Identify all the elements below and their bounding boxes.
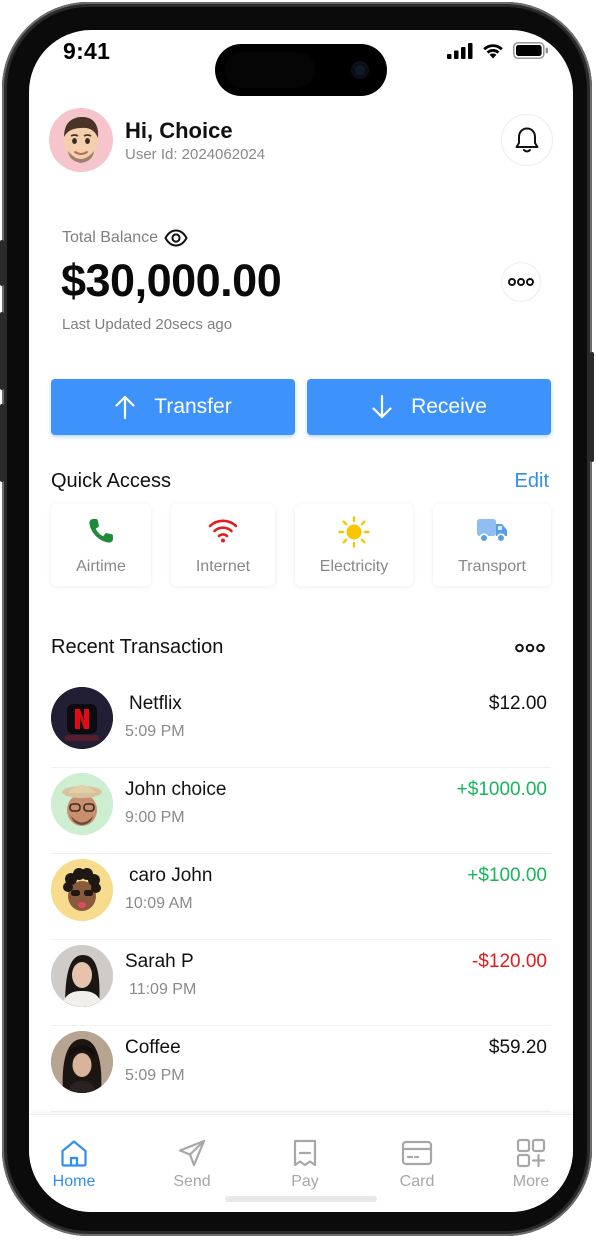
transaction-row[interactable]: Sarah P 11:09 PM -$120.00 xyxy=(51,939,551,1026)
transaction-row[interactable]: Coffee 5:09 PM $59.20 xyxy=(51,1025,551,1112)
balance-more-button[interactable] xyxy=(501,262,541,302)
nav-card[interactable]: Card xyxy=(367,1115,467,1212)
transaction-name: John choice xyxy=(125,779,227,800)
greeting: Hi, Choice xyxy=(125,118,233,143)
recent-transaction-title: Recent Transaction xyxy=(51,636,224,658)
nav-home[interactable]: Home xyxy=(29,1115,124,1212)
recent-more-icon[interactable] xyxy=(515,643,545,653)
header: Hi, Choice User Id: 2024062024 xyxy=(49,108,553,174)
receive-label: Receive xyxy=(411,395,487,418)
quick-access-transport[interactable]: Transport xyxy=(433,504,551,586)
quick-access-electricity[interactable]: Electricity xyxy=(295,504,413,586)
status-bar: 9:41 xyxy=(29,30,573,96)
netflix-avatar xyxy=(51,687,113,749)
balance-amount: $30,000.00 xyxy=(61,255,282,306)
quick-access-label: Electricity xyxy=(319,558,389,575)
transaction-row[interactable]: John choice 9:00 PM +$1000.00 xyxy=(51,767,551,854)
status-icons xyxy=(447,42,549,59)
transaction-name: Coffee xyxy=(125,1037,181,1058)
wifi-status-icon xyxy=(483,44,503,59)
portrait-woman-icon xyxy=(51,1031,113,1093)
truck-icon xyxy=(477,519,507,543)
more-dots-icon xyxy=(508,278,534,286)
netflix-logo-icon xyxy=(51,687,113,749)
memoji-curly-avatar-icon xyxy=(51,859,113,921)
transaction-amount: +$1000.00 xyxy=(456,779,547,800)
balance-label: Total Balance xyxy=(62,229,159,246)
quick-access-label: Transport xyxy=(458,558,526,575)
transaction-amount: $12.00 xyxy=(488,693,547,714)
volume-up-button xyxy=(0,312,4,390)
battery-icon xyxy=(513,42,548,59)
quick-access-label: Internet xyxy=(195,558,251,575)
transaction-row[interactable]: caro John 10:09 AM +$100.00 xyxy=(51,853,551,940)
send-icon xyxy=(178,1139,206,1167)
nav-more[interactable]: More xyxy=(481,1115,573,1212)
signal-icon xyxy=(447,42,473,59)
transaction-time: 11:09 PM xyxy=(129,981,197,998)
action-button xyxy=(0,240,4,286)
camera-icon xyxy=(351,61,369,79)
transaction-row[interactable]: Netflix 5:09 PM $12.00 xyxy=(51,681,551,768)
receive-button[interactable]: Receive xyxy=(307,379,551,435)
transaction-name: caro John xyxy=(129,865,213,886)
transaction-time: 5:09 PM xyxy=(125,1067,185,1084)
memoji-avatar-icon xyxy=(64,117,99,163)
john-choice-avatar xyxy=(51,773,113,835)
portrait-woman-icon xyxy=(51,945,113,1007)
card-icon xyxy=(401,1140,433,1166)
coffee-avatar xyxy=(51,1031,113,1093)
home-indicator xyxy=(225,1196,377,1202)
quick-access-title: Quick Access xyxy=(51,470,172,492)
nav-label: Card xyxy=(399,1173,435,1190)
dynamic-island xyxy=(215,44,387,96)
transaction-amount: $59.20 xyxy=(488,1037,547,1058)
wifi-icon xyxy=(208,519,238,543)
quick-access-internet[interactable]: Internet xyxy=(171,504,275,586)
quick-access-airtime[interactable]: Airtime xyxy=(51,504,151,586)
transaction-time: 9:00 PM xyxy=(125,809,185,826)
caro-john-avatar xyxy=(51,859,113,921)
receipt-icon xyxy=(293,1139,317,1167)
balance-label-row: Total Balance xyxy=(62,229,188,247)
quick-access-label: Airtime xyxy=(76,558,126,575)
transaction-amount: +$100.00 xyxy=(467,865,547,886)
memoji-hat-avatar-icon xyxy=(51,773,113,835)
volume-down-button xyxy=(0,404,4,482)
sun-icon xyxy=(338,516,370,548)
user-id: User Id: 2024062024 xyxy=(125,146,266,163)
edit-link[interactable]: Edit xyxy=(515,470,549,493)
app-screen: 9:41 Hi, Choice User Id: 2024062024 Tota… xyxy=(29,30,573,1212)
grid-plus-icon xyxy=(516,1138,546,1168)
notification-button[interactable] xyxy=(501,114,553,166)
phone-frame: 9:41 Hi, Choice User Id: 2024062024 Tota… xyxy=(0,2,594,1236)
transfer-label: Transfer xyxy=(154,395,232,418)
transaction-time: 10:09 AM xyxy=(125,895,193,912)
home-icon xyxy=(61,1140,87,1167)
power-button xyxy=(590,352,594,462)
status-time: 9:41 xyxy=(63,38,111,64)
transaction-name: Sarah P xyxy=(125,951,194,972)
transfer-button[interactable]: Transfer xyxy=(51,379,295,435)
transaction-amount: -$120.00 xyxy=(471,951,547,972)
bell-icon xyxy=(515,127,539,153)
nav-label: Send xyxy=(173,1173,211,1190)
phone-icon xyxy=(89,519,113,543)
avatar[interactable] xyxy=(49,108,113,172)
transaction-name: Netflix xyxy=(129,693,182,714)
nav-label: More xyxy=(512,1173,550,1190)
sarah-p-avatar xyxy=(51,945,113,1007)
last-updated: Last Updated 20secs ago xyxy=(62,316,233,333)
arrow-up-icon xyxy=(115,395,135,420)
eye-icon[interactable] xyxy=(164,229,188,247)
nav-label: Pay xyxy=(291,1173,319,1190)
transaction-time: 5:09 PM xyxy=(125,723,185,740)
arrow-down-icon xyxy=(372,394,392,419)
nav-label: Home xyxy=(52,1173,96,1190)
